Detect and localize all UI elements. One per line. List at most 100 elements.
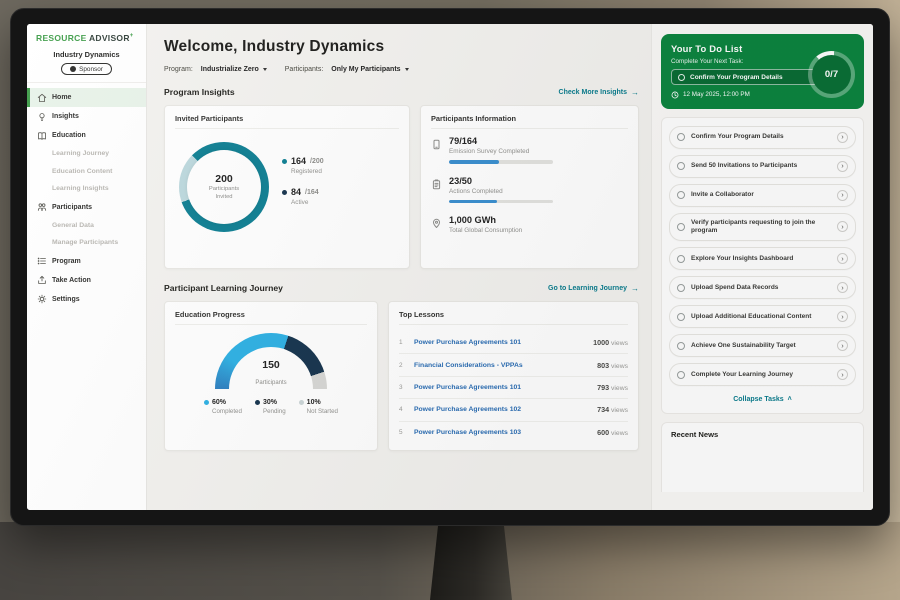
- collapse-tasks-link[interactable]: Collapse Tasks: [669, 392, 856, 409]
- chevron-right-icon[interactable]: [837, 161, 848, 172]
- go-to-learning-journey-link[interactable]: Go to Learning Journey: [548, 284, 639, 293]
- task-label: Upload Additional Educational Content: [691, 313, 831, 321]
- recent-news-title: Recent News: [671, 430, 854, 439]
- task-checkbox[interactable]: [677, 342, 685, 350]
- lesson-rank: 3: [399, 384, 414, 391]
- nav-label: Insights: [52, 113, 79, 120]
- sidebar-item-home[interactable]: Home: [27, 88, 146, 107]
- sidebar-item-education-content[interactable]: Education Content: [27, 163, 146, 181]
- divider: [27, 82, 146, 83]
- program-filter-label: Program:: [164, 66, 193, 73]
- sidebar-item-manage-participants[interactable]: Manage Participants: [27, 234, 146, 252]
- sidebar-item-general-data[interactable]: General Data: [27, 217, 146, 235]
- stat-label: Total Global Consumption: [449, 227, 522, 234]
- legend-dot: [282, 159, 287, 164]
- legend-pct: 10%: [307, 399, 321, 406]
- sidebar-item-settings[interactable]: Settings: [27, 290, 146, 309]
- arrow-right-icon: [631, 284, 639, 293]
- program-filter-value: Industrialize Zero: [201, 66, 259, 73]
- task-checkbox[interactable]: [677, 191, 685, 199]
- task-checkbox[interactable]: [677, 371, 685, 379]
- chevron-right-icon[interactable]: [837, 369, 848, 380]
- sidebar-item-program[interactable]: Program: [27, 252, 146, 271]
- participants-information-card: Participants Information 79/164 Emission…: [420, 105, 639, 269]
- chevron-right-icon[interactable]: [837, 221, 848, 232]
- legend-pct: 60%: [212, 399, 226, 406]
- next-task-chip[interactable]: Confirm Your Program Details: [671, 69, 819, 85]
- gauge-legend: 60% Completed 30% Pending 10% Not Starte…: [175, 399, 367, 415]
- task-label: Upload Spend Data Records: [691, 284, 831, 292]
- task-row[interactable]: Upload Spend Data Records: [669, 276, 856, 299]
- sidebar-item-learning-insights[interactable]: Learning Insights: [27, 180, 146, 198]
- legend-dot: [255, 400, 260, 405]
- legend-total: /164: [305, 189, 319, 196]
- nav-label: Home: [52, 94, 71, 101]
- lesson-link[interactable]: Power Purchase Agreements 101: [414, 384, 597, 391]
- main-content: Welcome, Industry Dynamics Program: Indu…: [147, 24, 651, 510]
- lesson-link[interactable]: Power Purchase Agreements 102: [414, 406, 597, 413]
- survey-icon: [431, 137, 442, 148]
- lesson-link[interactable]: Financial Considerations - VPPAs: [414, 362, 597, 369]
- lesson-row: 3 Power Purchase Agreements 101 793 view…: [399, 377, 628, 399]
- task-row[interactable]: Explore Your Insights Dashboard: [669, 247, 856, 270]
- sponsor-badge[interactable]: Sponsor: [61, 63, 112, 75]
- chevron-right-icon[interactable]: [837, 253, 848, 264]
- lesson-link[interactable]: Power Purchase Agreements 103: [414, 429, 597, 436]
- chevron-right-icon[interactable]: [837, 132, 848, 143]
- task-row[interactable]: Upload Additional Educational Content: [669, 305, 856, 328]
- sidebar-item-insights[interactable]: Insights: [27, 107, 146, 126]
- task-row[interactable]: Send 50 Invitations to Participants: [669, 155, 856, 178]
- task-row[interactable]: Verify participants requesting to join t…: [669, 213, 856, 242]
- sidebar-item-learning-journey[interactable]: Learning Journey: [27, 145, 146, 163]
- task-list: Confirm Your Program Details Send 50 Inv…: [661, 117, 864, 415]
- task-checkbox[interactable]: [677, 255, 685, 263]
- nav-label: Learning Insights: [52, 185, 109, 192]
- task-label: Complete Your Learning Journey: [691, 371, 831, 379]
- org-name: Industry Dynamics: [27, 50, 146, 59]
- todo-progress-value: 0/7: [812, 55, 851, 94]
- task-row[interactable]: Invite a Collaborator: [669, 184, 856, 207]
- chevron-right-icon[interactable]: [837, 311, 848, 322]
- task-checkbox[interactable]: [677, 223, 685, 231]
- participants-filter-dropdown[interactable]: Only My Participants: [331, 66, 408, 73]
- task-checkbox[interactable]: [677, 162, 685, 170]
- stat-actions-completed: 23/50 Actions Completed: [431, 176, 628, 204]
- due-date-text: 12 May 2025, 12:00 PM: [683, 91, 750, 98]
- sidebar-item-education[interactable]: Education: [27, 126, 146, 145]
- legend-label: Registered: [291, 168, 324, 175]
- check-more-insights-link[interactable]: Check More Insights: [559, 88, 639, 97]
- task-checkbox[interactable]: [677, 284, 685, 292]
- task-checkbox[interactable]: [677, 133, 685, 141]
- task-row[interactable]: Complete Your Learning Journey: [669, 363, 856, 386]
- participants-filter-label: Participants:: [285, 66, 324, 73]
- task-checkbox[interactable]: [677, 313, 685, 321]
- stat-value: 79/164: [449, 136, 553, 146]
- lesson-views: 600 views: [597, 428, 628, 437]
- task-checkbox[interactable]: [678, 74, 685, 81]
- chevron-right-icon[interactable]: [837, 190, 848, 201]
- arrow-right-icon: [631, 88, 639, 97]
- settings-icon: [37, 294, 47, 304]
- task-label: Verify participants requesting to join t…: [691, 219, 831, 236]
- education-gauge-chart: 150 Participants: [215, 333, 327, 389]
- photo-background: RESOURCE ADVISOR+ Industry Dynamics Spon…: [0, 0, 900, 600]
- legend-label: Completed: [212, 408, 242, 415]
- section-title: Participant Learning Journey: [164, 283, 283, 293]
- clipboard-icon: [431, 177, 442, 188]
- legend-value: 84: [291, 187, 301, 197]
- task-row[interactable]: Achieve One Sustainability Target: [669, 334, 856, 357]
- legend-total: /200: [310, 158, 324, 165]
- sidebar-item-take-action[interactable]: Take Action: [27, 271, 146, 290]
- sidebar-item-participants[interactable]: Participants: [27, 198, 146, 217]
- take-action-icon: [37, 275, 47, 285]
- chevron-right-icon[interactable]: [837, 340, 848, 351]
- program-filter-dropdown[interactable]: Industrialize Zero: [201, 66, 267, 73]
- lesson-row: 4 Power Purchase Agreements 102 734 view…: [399, 399, 628, 421]
- lesson-link[interactable]: Power Purchase Agreements 101: [414, 339, 593, 346]
- nav-label: Education Content: [52, 168, 112, 175]
- sponsor-label: Sponsor: [79, 66, 103, 73]
- nav-label: Participants: [52, 204, 92, 211]
- task-row[interactable]: Confirm Your Program Details: [669, 126, 856, 149]
- stat-value: 23/50: [449, 176, 553, 186]
- chevron-right-icon[interactable]: [837, 282, 848, 293]
